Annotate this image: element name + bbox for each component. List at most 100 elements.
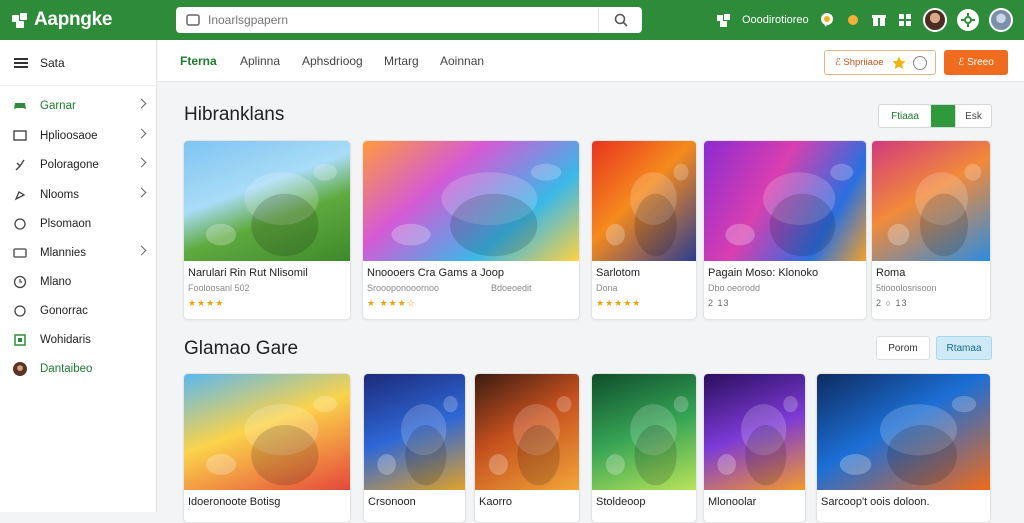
sidebar-item[interactable]: Nlooms xyxy=(0,181,157,209)
gamepad-icon xyxy=(13,99,27,113)
game-title[interactable]: Sarlotom xyxy=(596,267,694,279)
puzzle-icon[interactable] xyxy=(716,12,732,28)
game-thumbnail[interactable] xyxy=(592,141,696,261)
search-button[interactable] xyxy=(598,7,642,33)
game-title[interactable]: Mlonoolar xyxy=(708,496,803,508)
sidebar-item[interactable]: Hplioosaoe xyxy=(0,122,157,150)
sidebar-header-label: Sata xyxy=(40,55,65,70)
game-card[interactable]: Pagain Moso: Klonoko Dbo oeorodd 2 13 xyxy=(703,140,867,320)
compass-icon xyxy=(13,188,27,202)
game-card[interactable]: Sarcoop't oois doloon. xyxy=(816,373,991,523)
primary-action-button[interactable]: ℰ Sreeo xyxy=(944,50,1008,75)
game-card[interactable]: Narulari Rin Rut Nlisomil Fooloosanl 502 ★… xyxy=(183,140,351,320)
top-link-label[interactable]: Ooodirotioreo xyxy=(742,14,809,26)
game-artwork xyxy=(605,163,689,257)
chevron-right-icon xyxy=(136,98,147,109)
sidebar-item[interactable]: Mlano xyxy=(0,268,157,296)
game-artwork xyxy=(725,163,854,257)
search-bar[interactable] xyxy=(176,7,642,33)
game-thumbnail[interactable] xyxy=(704,141,866,261)
game-thumbnail[interactable] xyxy=(364,374,465,490)
gear-icon[interactable] xyxy=(913,55,927,70)
tab-apps-category[interactable]: Aphsdrioog xyxy=(302,54,363,68)
sidebar-item[interactable]: Plsomaon xyxy=(0,210,157,238)
game-title[interactable]: Pagain Moso: Klonoko xyxy=(708,267,864,279)
star-icon[interactable] xyxy=(891,55,907,71)
game-title[interactable]: Sarcoop't oois doloon. xyxy=(821,496,988,508)
tab-rating[interactable]: Mrtarg xyxy=(384,54,419,68)
search-field-icon xyxy=(186,14,200,26)
sidebar-item[interactable]: Gonorrac xyxy=(0,297,157,325)
game-card[interactable]: Roma 5tiooolosrisoon 2 ○ 13 xyxy=(871,140,991,320)
top-right-controls: Ooodirotioreo xyxy=(716,6,1013,34)
chevron-right-icon xyxy=(136,128,147,139)
rating-stars: 2 13 xyxy=(708,298,730,308)
chevron-right-icon xyxy=(136,157,147,168)
sidebar-item[interactable]: Dantaibeo xyxy=(0,355,157,383)
sidebar-item[interactable]: Wohidaris xyxy=(0,326,157,354)
game-artwork xyxy=(839,396,977,486)
seg-option-3[interactable]: Esk xyxy=(955,105,991,127)
game-title[interactable]: Nnoooers Cra Gams a Joop xyxy=(367,267,577,279)
game-title[interactable]: Narulari Rin Rut Nlisomil xyxy=(188,267,348,279)
seg2-option-1[interactable]: Porom xyxy=(876,336,930,360)
game-thumbnail[interactable] xyxy=(475,374,579,490)
profile-avatar[interactable] xyxy=(988,8,1013,32)
game-title[interactable]: Stoldeoop xyxy=(596,496,694,508)
search-input[interactable] xyxy=(208,9,598,31)
main-content: Fterna Aplinna Aphsdrioog Mrtarg Aoinnan… xyxy=(158,40,1024,523)
sidebar-item-label: Plsomaon xyxy=(40,218,92,230)
game-title[interactable]: Kaorro xyxy=(479,496,577,508)
avatar-icon xyxy=(13,362,27,376)
grid-icon[interactable] xyxy=(897,12,913,28)
gift-icon[interactable] xyxy=(871,12,887,28)
sidebar-item-label: Poloragone xyxy=(40,159,99,171)
sidebar-item-label: Wohidaris xyxy=(40,334,91,346)
sidebar-item-label: Mlano xyxy=(40,276,72,288)
sidebar-item-label: Nlooms xyxy=(40,189,79,201)
game-thumbnail[interactable] xyxy=(704,374,805,490)
menu-icon[interactable] xyxy=(14,57,28,68)
film-icon xyxy=(13,246,27,260)
game-artwork xyxy=(391,163,562,257)
tab-admin[interactable]: Aoinnan xyxy=(440,54,484,68)
sidebar-item-label: Gonorrac xyxy=(40,305,88,317)
coin-icon[interactable] xyxy=(845,12,861,28)
game-card[interactable]: Sarlotom Dona ★★★★★ xyxy=(591,140,697,320)
game-card[interactable]: Mlonoolar xyxy=(703,373,806,523)
settings-icon[interactable] xyxy=(956,9,979,31)
tab-featured[interactable]: Fterna xyxy=(180,54,217,68)
sidebar-item[interactable]: Poloragone xyxy=(0,151,157,179)
chevron-right-icon xyxy=(136,245,147,256)
game-title[interactable]: Roma xyxy=(876,267,988,279)
game-card[interactable]: Kaorro xyxy=(474,373,580,523)
game-thumbnail[interactable] xyxy=(363,141,579,261)
game-thumbnail[interactable] xyxy=(184,141,350,261)
game-thumbnail[interactable] xyxy=(184,374,350,490)
monitor-icon xyxy=(13,129,27,143)
user-avatar[interactable] xyxy=(922,8,947,32)
tab-bar: Fterna Aplinna Aphsdrioog Mrtarg Aoinnan… xyxy=(158,40,1024,82)
game-title[interactable]: Crsonoon xyxy=(368,496,463,508)
subscribe-button[interactable]: ℰ Shpriiaoe xyxy=(835,57,885,68)
game-thumbnail[interactable] xyxy=(872,141,990,261)
game-card[interactable]: Nnoooers Cra Gams a Joop Sroooponooornoo B… xyxy=(362,140,580,320)
game-card[interactable]: Crsonoon xyxy=(363,373,466,523)
tab-applications[interactable]: Aplinna xyxy=(240,54,280,68)
sidebar-item[interactable]: Mlannies xyxy=(0,239,157,267)
game-card[interactable]: Idoeronoote Botisg xyxy=(183,373,351,523)
game-card[interactable]: Stoldeoop xyxy=(591,373,697,523)
section-title-games: Glamao Gare xyxy=(184,338,299,359)
seg-option-1[interactable]: Ftiaaa xyxy=(879,105,931,127)
game-title[interactable]: Idoeronoote Botisg xyxy=(188,496,348,508)
chat-icon[interactable] xyxy=(819,12,835,28)
sidebar-item[interactable]: Garnar xyxy=(0,92,157,120)
sidebar-item-label: Dantaibeo xyxy=(40,363,93,375)
game-thumbnail[interactable] xyxy=(817,374,990,490)
game-thumbnail[interactable] xyxy=(592,374,696,490)
app-logo[interactable]: Aapngke xyxy=(10,9,160,31)
sidebar-header[interactable]: Sata xyxy=(0,40,156,86)
seg2-option-2[interactable]: Rtamaa xyxy=(936,336,992,360)
game-artwork xyxy=(488,396,572,486)
seg-option-2[interactable] xyxy=(931,105,955,127)
